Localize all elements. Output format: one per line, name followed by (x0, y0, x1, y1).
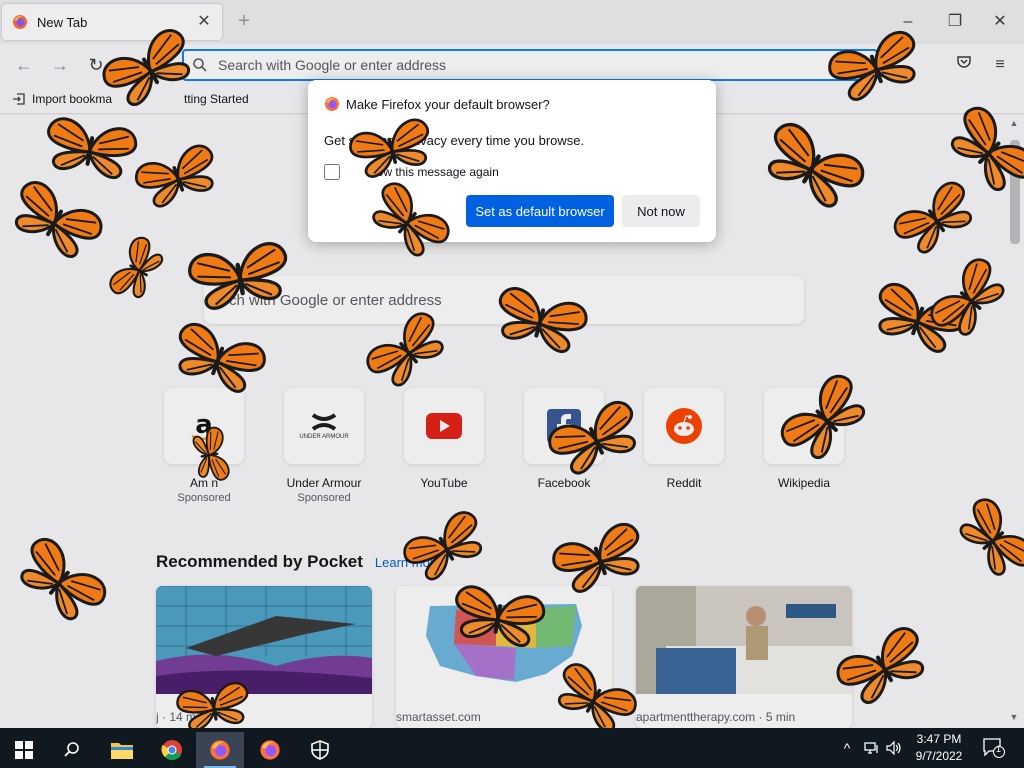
folder-icon (111, 743, 133, 759)
network-icon[interactable] (862, 728, 882, 768)
dont-show-again-checkbox[interactable] (324, 164, 340, 180)
notifications-button[interactable]: 1 (980, 728, 1008, 768)
shield-icon (311, 740, 329, 760)
show-hidden-icons-chevron-up-icon[interactable]: ^ (838, 728, 856, 768)
dialog-title: Make Firefox your default browser? (346, 96, 550, 112)
dialog-header: Make Firefox your default browser? (324, 96, 550, 112)
windows-taskbar: ^ 3:47 PM 9/7/2022 1 (0, 728, 1024, 768)
notification-center-icon (983, 738, 1005, 758)
set-default-browser-button[interactable]: Set as default browser (466, 195, 614, 227)
butterfly-graphic (190, 425, 232, 485)
taskbar-search-button[interactable] (48, 732, 96, 768)
not-now-button[interactable]: Not now (622, 195, 700, 227)
firefox-taskbar-button[interactable] (246, 732, 294, 768)
clock-time: 3:47 PM (916, 732, 962, 746)
notification-count-badge: 1 (996, 744, 1002, 754)
clock-date: 9/7/2022 (915, 749, 963, 763)
system-clock[interactable]: 3:47 PM 9/7/2022 (908, 731, 970, 765)
chrome-button[interactable] (148, 732, 196, 768)
windows-logo-icon (15, 741, 33, 759)
volume-icon[interactable] (884, 728, 904, 768)
search-icon (64, 742, 79, 757)
start-button[interactable] (0, 732, 48, 768)
firefox-taskbar-button-active[interactable] (196, 732, 244, 768)
firefox-icon (210, 740, 230, 760)
firefox-icon (260, 740, 280, 760)
butterfly-graphic (449, 582, 548, 651)
chrome-icon (161, 740, 182, 761)
security-button[interactable] (296, 732, 344, 768)
firefox-icon (325, 97, 339, 111)
file-explorer-button[interactable] (98, 732, 146, 768)
